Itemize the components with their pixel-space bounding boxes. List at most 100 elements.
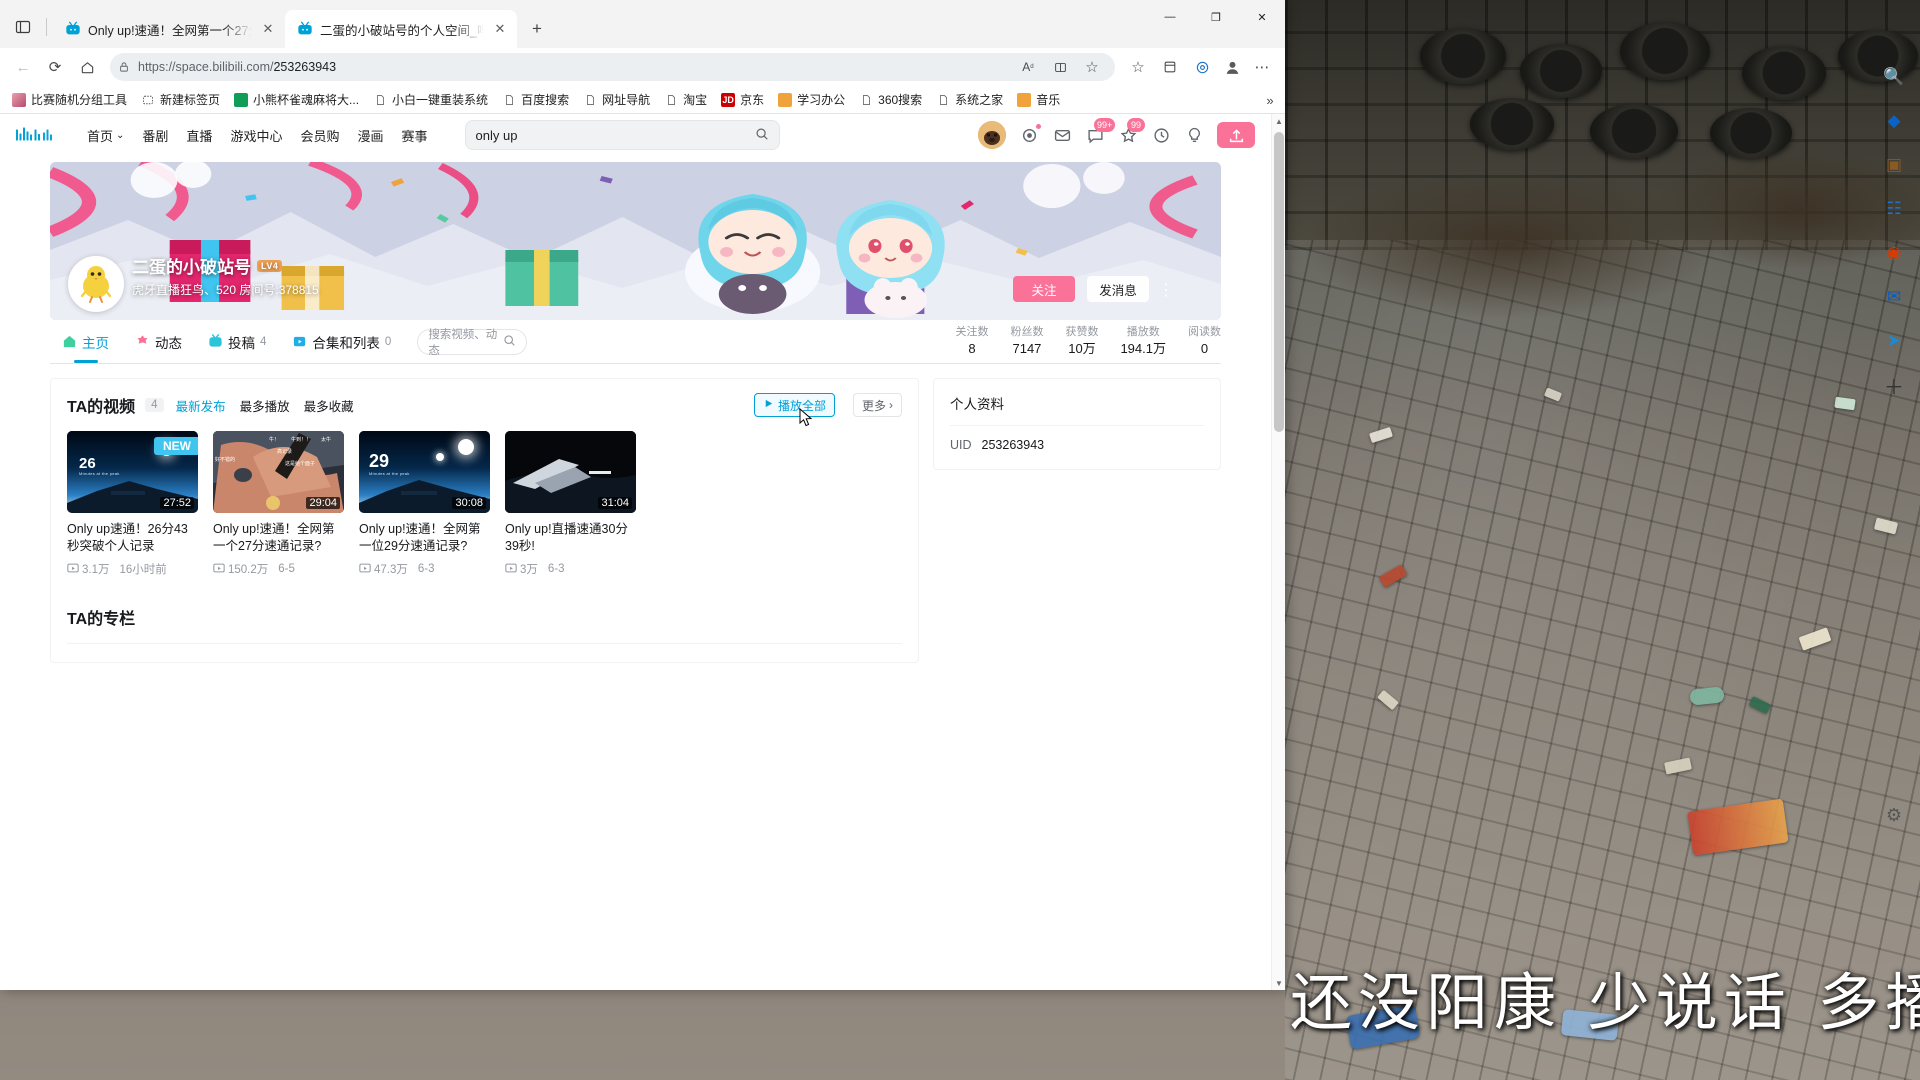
outlook-icon[interactable]: ✉ [1879,282,1909,312]
sort-most-favorited[interactable]: 最多收藏 [302,396,356,415]
bookmark-item[interactable]: 小白一键重装系统 [367,88,494,111]
banner-more-button[interactable]: ⋮ [1158,280,1175,300]
scroll-down-arrow[interactable]: ▼ [1272,976,1285,990]
bookmark-item[interactable]: 新建标签页 [135,88,226,111]
bookmark-item[interactable]: 淘宝 [658,88,713,111]
favorites-bar-icon[interactable]: ☆ [1123,52,1153,82]
avatar[interactable] [978,121,1006,149]
address-bar[interactable]: https://space.bilibili.com/253263943 Aᵈ … [110,53,1115,81]
avatar[interactable] [68,256,124,312]
stat-following[interactable]: 关注数 8 [955,324,988,358]
play-all-label: 播放全部 [777,398,826,413]
bilibili-nav-anime[interactable]: 番剧 [133,126,177,145]
browser-tab-2[interactable]: 二蛋的小破站号的个人空间_哔哩 ✕ [285,10,517,48]
shopping-icon[interactable]: ▣ [1879,150,1909,180]
browser-tab-1[interactable]: Only up!速通！全网第一个27分速 ✕ [53,10,285,48]
stat-likes[interactable]: 获赞数 10万 [1065,324,1098,358]
bookmark-item[interactable]: 系统之家 [930,88,1009,111]
back-button[interactable]: ← [8,52,38,82]
video-title[interactable]: Only up速通！26分43秒突破个人记录 [67,521,198,555]
tab-actions-icon[interactable] [6,10,40,44]
video-thumbnail[interactable]: 31:04 [505,431,636,513]
read-aloud-icon[interactable]: Aᵈ [1013,52,1043,82]
gear-icon[interactable]: ⚙ [1879,800,1909,830]
browser-essentials-icon[interactable] [1187,52,1217,82]
tab-dynamic[interactable]: 动态 [123,320,194,363]
favorites-icon[interactable]: 99 [1118,118,1145,145]
follow-button[interactable]: 关注 [1013,276,1075,302]
video-card[interactable]: 31:04 Only up!直播速通30分39秒! 3万 6-3 [505,431,636,577]
bookmark-item[interactable]: 小熊杯雀魂麻将大... [228,88,365,111]
bookmark-item[interactable]: 学习办公 [772,88,851,111]
video-thumbnail[interactable]: 26 Minutes at the peak NEW 27:52 [67,431,198,513]
profile-search-input[interactable]: 搜索视频、动态 [417,328,528,357]
add-icon[interactable]: ＋ [1879,370,1909,400]
bilibili-nav-games[interactable]: 游戏中心 [221,126,291,145]
minimize-button[interactable]: — [1147,0,1193,34]
home-button[interactable] [72,52,102,82]
split-screen-icon[interactable] [1045,52,1075,82]
refresh-button[interactable]: ⟳ [40,52,70,82]
close-icon[interactable]: ✕ [259,20,277,38]
collections-icon[interactable] [1155,52,1185,82]
stat-plays[interactable]: 播放数 194.1万 [1120,324,1166,358]
bookmark-item[interactable]: 360搜索 [853,88,928,111]
scrollbar-thumb[interactable] [1274,132,1284,432]
games-icon[interactable]: ➤ [1879,326,1909,356]
favorite-star-icon[interactable]: ☆ [1077,52,1107,82]
search-icon[interactable] [755,127,769,144]
message-icon[interactable]: 99+ [1085,118,1116,145]
bilibili-nav-live[interactable]: 直播 [177,126,221,145]
video-title[interactable]: Only up!速通！全网第一位29分速通记录? [359,521,490,555]
profile-icon[interactable] [1219,54,1245,80]
bilibili-nav-comics[interactable]: 漫画 [348,126,392,145]
video-thumbnail[interactable]: 29 Minutes at the peak 30:08 [359,431,490,513]
bookmark-item[interactable]: 音乐 [1011,88,1066,111]
creative-icon[interactable] [1184,125,1204,145]
page-content: TA的视频 4 最新发布 最多播放 最多收藏 播放全部 更多 › 26 Minu… [50,378,1221,663]
upload-button[interactable] [1217,122,1255,148]
tab-submissions[interactable]: 投稿 4 [196,320,278,363]
search-icon[interactable]: 🔍 [1879,62,1909,92]
sort-newest[interactable]: 最新发布 [174,396,228,415]
play-all-button[interactable]: 播放全部 [753,393,835,427]
stat-followers[interactable]: 粉丝数 7147 [1010,324,1043,358]
page-scrollbar[interactable]: ▲ ▼ [1271,114,1285,990]
dynamic-icon[interactable] [1019,124,1041,145]
office-icon[interactable]: ◉ [1879,238,1909,268]
tab-collections[interactable]: 合集和列表 0 [280,320,403,363]
new-tab-button[interactable]: + [523,15,551,43]
search-input[interactable]: only up [464,120,780,150]
settings-more-icon[interactable]: ⋯ [1247,52,1277,82]
tab-home[interactable]: 主页 [50,320,121,363]
scroll-up-arrow[interactable]: ▲ [1272,114,1285,128]
tools-icon[interactable]: ☷ [1879,194,1909,224]
more-button[interactable]: 更多 › [852,393,902,417]
video-title[interactable]: Only up!速通！全网第一个27分速通记录? [213,521,344,555]
close-window-button[interactable]: ✕ [1239,0,1285,34]
maximize-button[interactable]: ❐ [1193,0,1239,34]
video-card[interactable]: 牛！ 牛到！！ 太牛 高记录 这是给个面子 好不错的 29:04 Only up… [213,431,344,577]
close-icon[interactable]: ✕ [491,20,509,38]
bilibili-nav-home[interactable]: 首页 ⌄ [78,126,133,145]
video-card[interactable]: 26 Minutes at the peak NEW 27:52 Only up… [67,431,198,577]
bookmarks-overflow-button[interactable]: » [1259,89,1281,111]
video-title[interactable]: Only up!直播速通30分39秒! [505,521,636,555]
stat-reads[interactable]: 阅读数 0 [1188,324,1221,358]
video-thumbnail[interactable]: 牛！ 牛到！！ 太牛 高记录 这是给个面子 好不错的 29:04 [213,431,344,513]
history-icon[interactable] [1151,125,1171,145]
bilibili-logo[interactable] [16,124,68,146]
send-message-button[interactable]: 发消息 [1087,276,1149,302]
bookmark-item[interactable]: 网址导航 [577,88,656,111]
search-icon[interactable] [503,334,516,350]
bilibili-nav-shop[interactable]: 会员购 [291,126,348,145]
bilibili-nav-esports[interactable]: 赛事 [392,126,436,145]
sort-most-played[interactable]: 最多播放 [238,396,292,415]
bookmark-item[interactable]: JD 京东 [715,88,770,111]
bookmark-item[interactable]: 百度搜索 [496,88,575,111]
mail-icon[interactable] [1052,125,1072,145]
shield-icon[interactable]: ◆ [1879,106,1909,136]
video-card[interactable]: 29 Minutes at the peak 30:08 Only up!速通！… [359,431,490,577]
bookmark-item[interactable]: 比赛随机分组工具 [6,88,133,111]
video-meta: 3.1万 16小时前 [67,561,198,577]
